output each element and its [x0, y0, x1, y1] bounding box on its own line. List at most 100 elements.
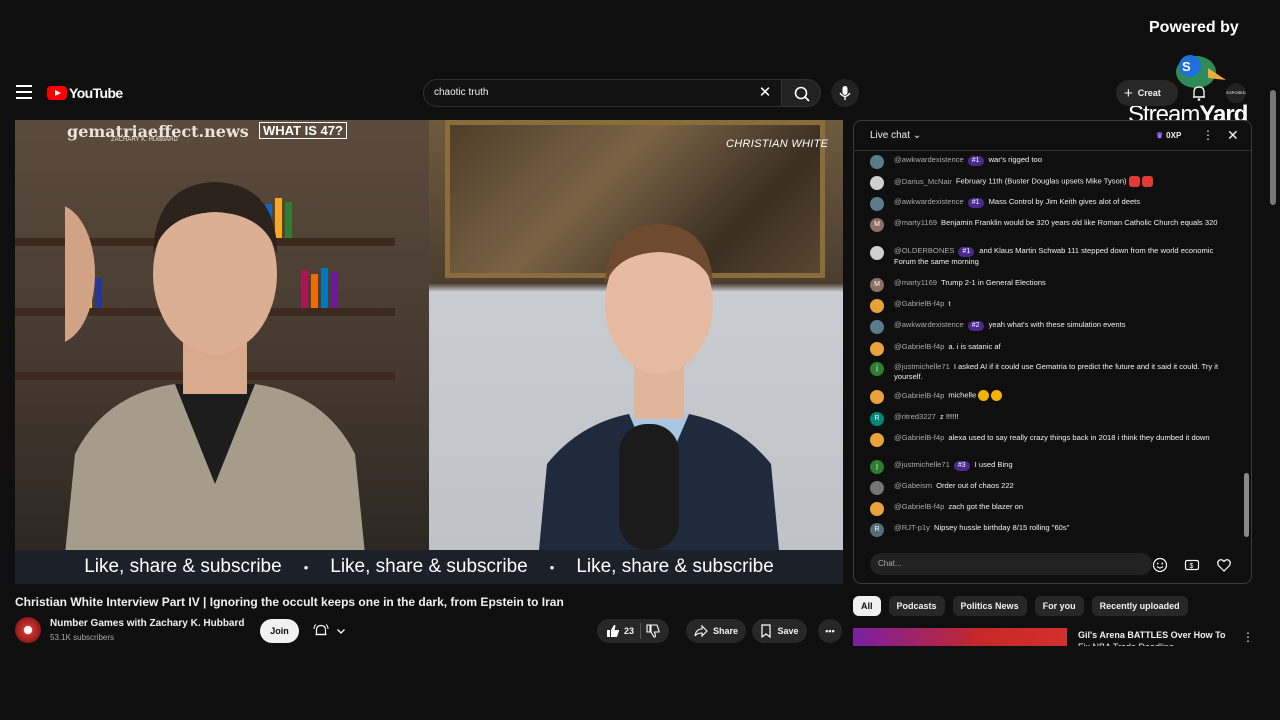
chat-input[interactable]: Chat... [870, 553, 1152, 575]
chat-message[interactable]: @awkwardexistence #2 yeah what's with thes… [870, 320, 1230, 334]
search-button[interactable] [781, 79, 821, 107]
host-camera-pane: gematriaeffect.news ZACHARY K. HUBBARD W… [15, 120, 429, 554]
chat-author-name[interactable]: @Darius_McNair [894, 177, 952, 186]
search-input[interactable]: chaotic truth ✕ [423, 79, 782, 107]
chat-author-name[interactable]: @marty1169 [894, 278, 937, 287]
close-icon[interactable]: ✕ [1227, 127, 1239, 144]
more-actions-button[interactable]: ••• [818, 619, 842, 643]
chat-message-body: @Darius_McNair February 11th (Buster Doug… [894, 176, 1230, 187]
chat-author-name[interactable]: @GabrielB-f4p [894, 391, 944, 400]
thumbs-down-icon[interactable] [646, 624, 660, 638]
youtube-logo[interactable]: YouTube [47, 85, 123, 101]
member-rank-badge: #1 [958, 247, 975, 257]
chat-message[interactable]: R @RJT-p1y Nipsey hussle birthday 8/15 rol… [870, 523, 1230, 537]
chat-message[interactable]: @Darius_McNair February 11th (Buster Doug… [870, 176, 1230, 190]
recommendation-thumbnail[interactable] [853, 628, 1067, 646]
search-query[interactable]: chaotic truth [434, 87, 488, 98]
chat-author-name[interactable]: @GabrielB-f4p [894, 433, 944, 442]
chat-author-avatar[interactable] [870, 176, 884, 190]
heart-icon[interactable] [1216, 557, 1232, 573]
chat-message[interactable]: R @ritred3227 z !!!!!! [870, 412, 1230, 426]
chat-author-name[interactable]: @awkwardexistence [894, 320, 964, 329]
recommendation-title-line2[interactable]: Fix NBA Trade Deadline [1078, 642, 1218, 646]
account-avatar[interactable]: EXPOSED [1226, 83, 1246, 103]
chat-author-avatar[interactable]: j [870, 460, 884, 474]
save-button[interactable]: Save [752, 619, 807, 643]
chat-message[interactable]: @GabrielB-f4p alexa used to say really cr… [870, 433, 1230, 447]
chat-author-avatar[interactable]: R [870, 412, 884, 426]
recommendation-title[interactable]: Gil's Arena BATTLES Over How To [1078, 630, 1226, 640]
chat-message[interactable]: @Gabeism Order out of chaos 222 [870, 481, 1230, 495]
subscribed-notifications-button[interactable] [305, 619, 353, 643]
emoji-icon[interactable] [1152, 557, 1168, 573]
chat-message[interactable]: j @justmichelle71 #3 I used Bing [870, 460, 1230, 474]
chat-author-avatar[interactable] [870, 390, 884, 404]
ticker-text: Like, share & subscribe [576, 556, 774, 577]
chat-message[interactable]: @GabrielB-f4p zach got the blazer on [870, 502, 1230, 516]
like-button[interactable]: 23 [606, 623, 641, 639]
chat-message[interactable]: j @justmichelle71 I asked AI if it could u… [870, 362, 1230, 382]
chat-author-name[interactable]: @justmichelle71 [894, 460, 950, 469]
video-player[interactable]: gematriaeffect.news ZACHARY K. HUBBARD W… [15, 120, 843, 584]
chat-author-name[interactable]: @awkwardexistence [894, 197, 964, 206]
chat-author-name[interactable]: @GabrielB-f4p [894, 502, 944, 511]
page-scrollbar[interactable] [1270, 76, 1276, 646]
super-chat-icon[interactable]: $ [1184, 557, 1200, 573]
join-button[interactable]: Join [260, 619, 299, 643]
chip-podcasts[interactable]: Podcasts [888, 596, 945, 616]
chat-scrollbar[interactable] [1244, 157, 1249, 541]
chat-author-avatar[interactable] [870, 342, 884, 356]
chat-author-name[interactable]: @GabrielB-f4p [894, 299, 944, 308]
chip-all[interactable]: All [853, 596, 881, 616]
chat-message[interactable]: M @marty1169 Benjamin Franklin would be 32… [870, 218, 1230, 232]
clear-search-icon[interactable]: ✕ [755, 83, 775, 103]
chat-author-avatar[interactable] [870, 299, 884, 313]
chat-author-avatar[interactable] [870, 433, 884, 447]
chat-message[interactable]: @GabrielB-f4p michelle [870, 390, 1230, 404]
chat-author-name[interactable]: @justmichelle71 [894, 362, 950, 371]
more-vertical-icon[interactable]: ⋮ [1242, 630, 1254, 644]
chat-message[interactable]: @GabrielB-f4p a. i is satanic af [870, 342, 1230, 356]
chat-author-name[interactable]: @OLDERBONES [894, 246, 954, 255]
chat-author-avatar[interactable] [870, 481, 884, 495]
chat-author-name[interactable]: @Gabeism [894, 481, 932, 490]
chat-message-list[interactable]: @awkwardexistence #1 war's rigged too @Dari… [854, 155, 1244, 545]
chip-for-you[interactable]: For you [1034, 596, 1084, 616]
chat-message[interactable]: @awkwardexistence #1 war's rigged too [870, 155, 1230, 169]
chat-author-avatar[interactable]: j [870, 362, 884, 376]
chat-author-name[interactable]: @marty1169 [894, 218, 937, 227]
chat-message-body: @justmichelle71 #3 I used Bing [894, 460, 1230, 471]
chat-message-text: a. i is satanic af [948, 342, 1001, 351]
chat-author-avatar[interactable] [870, 246, 884, 260]
boxing-glove-emoji-icon [1141, 176, 1153, 187]
chat-author-name[interactable]: @RJT-p1y [894, 523, 930, 532]
xp-badge[interactable]: ♛ 0XP [1156, 131, 1181, 140]
share-button[interactable]: Share [686, 619, 746, 643]
live-chat-label: Live chat [870, 130, 911, 141]
menu-icon[interactable] [16, 85, 32, 99]
channel-avatar[interactable] [15, 617, 41, 643]
chat-author-name[interactable]: @GabrielB-f4p [894, 342, 944, 351]
create-button[interactable]: + Creat [1116, 80, 1178, 106]
chat-message[interactable]: @awkwardexistence #1 Mass Control by Jim K… [870, 197, 1230, 211]
chat-message-text: t [948, 299, 951, 308]
chat-author-avatar[interactable] [870, 320, 884, 334]
chat-author-avatar[interactable] [870, 197, 884, 211]
chat-author-avatar[interactable] [870, 155, 884, 169]
voice-search-button[interactable] [831, 79, 859, 107]
chat-author-name[interactable]: @ritred3227 [894, 412, 936, 421]
chat-message[interactable]: @GabrielB-f4p t [870, 299, 1230, 313]
more-vertical-icon[interactable]: ⋮ [1202, 128, 1214, 142]
chat-author-avatar[interactable]: M [870, 218, 884, 232]
chat-author-name[interactable]: @awkwardexistence [894, 155, 964, 164]
chat-message[interactable]: M @marty1169 Trump 2-1 in General Election… [870, 278, 1230, 292]
live-chat-dropdown[interactable]: Live chat ⌄ [870, 130, 921, 141]
chip-recently-uploaded[interactable]: Recently uploaded [1091, 596, 1188, 616]
channel-name[interactable]: Number Games with Zachary K. Hubbard [50, 618, 245, 629]
chat-author-avatar[interactable] [870, 502, 884, 516]
notifications-bell-icon[interactable] [1190, 84, 1208, 102]
chat-author-avatar[interactable]: M [870, 278, 884, 292]
chat-message[interactable]: @OLDERBONES #1 and Klaus Martin Schwab 111… [870, 246, 1230, 267]
chat-author-avatar[interactable]: R [870, 523, 884, 537]
chip-politics-news[interactable]: Politics News [952, 596, 1027, 616]
